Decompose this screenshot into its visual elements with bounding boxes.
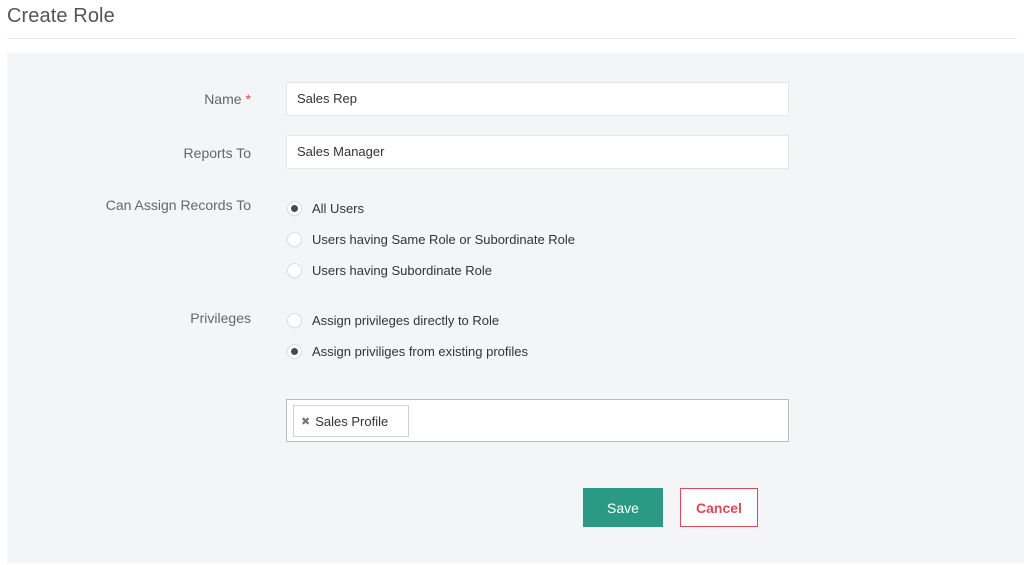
remove-tag-icon[interactable]: ✖	[301, 415, 310, 428]
assign-records-label: Can Assign Records To	[105, 197, 251, 213]
title-divider	[7, 38, 1017, 39]
name-label: Name *	[204, 91, 251, 107]
radio-label: Users having Subordinate Role	[312, 262, 492, 278]
assign-records-option-same-or-subordinate[interactable]: Users having Same Role or Subordinate Ro…	[287, 229, 575, 249]
reports-to-label: Reports To	[183, 145, 251, 161]
radio-button[interactable]	[287, 231, 302, 247]
create-role-form: Name * Sales Rep Reports To Sales Manager…	[7, 53, 1024, 563]
name-label-text: Name	[204, 91, 242, 107]
radio-button[interactable]	[287, 343, 302, 359]
radio-button[interactable]	[287, 312, 302, 328]
reports-to-input[interactable]: Sales Manager	[286, 135, 789, 169]
name-input[interactable]: Sales Rep	[286, 82, 789, 116]
save-button[interactable]: Save	[583, 488, 663, 527]
selected-profile-tag: ✖ Sales Profile	[293, 405, 410, 437]
page-title: Create Role	[7, 5, 115, 27]
assign-records-option-all-users[interactable]: All Users	[287, 198, 364, 218]
required-marker: *	[245, 91, 251, 107]
radio-label: Users having Same Role or Subordinate Ro…	[312, 231, 576, 247]
radio-label: Assign priviliges from existing profiles	[312, 343, 529, 359]
assign-records-option-subordinate[interactable]: Users having Subordinate Role	[287, 260, 492, 280]
privileges-label: Privileges	[190, 310, 251, 326]
cancel-button[interactable]: Cancel	[680, 488, 758, 527]
privileges-option-direct[interactable]: Assign privileges directly to Role	[287, 310, 499, 330]
radio-label: All Users	[312, 200, 365, 216]
radio-label: Assign privileges directly to Role	[312, 312, 500, 328]
radio-button[interactable]	[287, 262, 302, 278]
tag-label: Sales Profile	[315, 413, 389, 429]
profiles-select[interactable]: ✖ Sales Profile	[286, 399, 789, 442]
privileges-option-from-profiles[interactable]: Assign priviliges from existing profiles	[287, 341, 528, 361]
radio-button[interactable]	[287, 200, 302, 216]
